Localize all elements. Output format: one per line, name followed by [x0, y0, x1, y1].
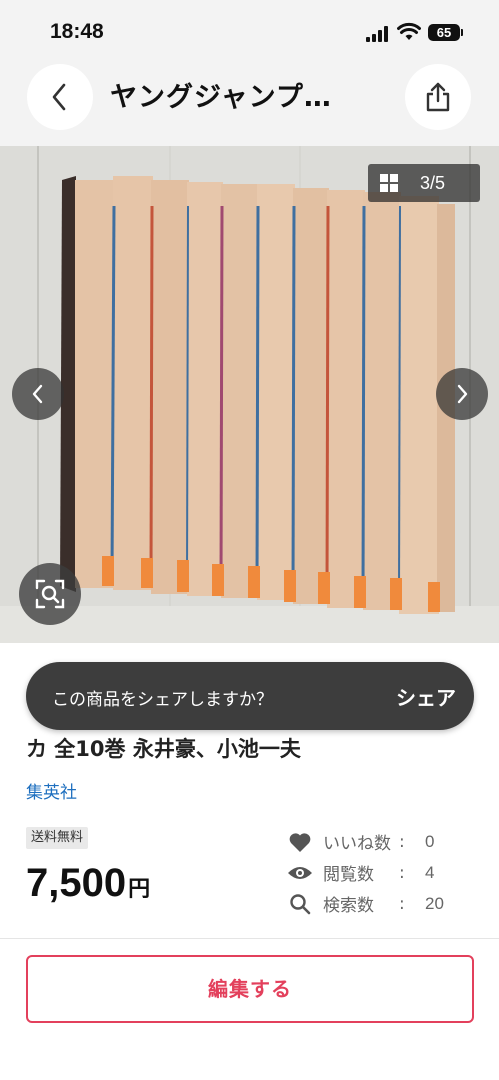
next-image-button[interactable] [436, 368, 488, 420]
eye-icon [287, 862, 313, 884]
searches-stat: 検索数 : 20 [287, 888, 487, 919]
battery-indicator: 65 [428, 24, 463, 41]
product-photo[interactable] [0, 146, 499, 643]
app-header: ヤングジャンプ… [0, 62, 499, 146]
product-price: 7,500円 [26, 861, 150, 906]
page-counter-text: 3/5 [420, 172, 446, 193]
cellular-signal-icon [366, 26, 388, 42]
likes-label: いいね数 [323, 834, 391, 854]
price-unit: 円 [128, 877, 151, 902]
chevron-right-icon [457, 384, 468, 404]
back-button[interactable] [27, 64, 93, 130]
views-separator: : [399, 862, 405, 883]
product-stats: いいね数 : 0 閲覧数 : 4 検索数 : 20 [287, 826, 487, 919]
chevron-left-icon [52, 83, 66, 111]
image-page-counter[interactable]: 3/5 [368, 164, 480, 202]
image-search-button[interactable] [19, 563, 81, 625]
share-icon [426, 82, 450, 112]
chevron-left-icon [32, 384, 43, 404]
publisher-link[interactable]: 集英社 [26, 778, 77, 803]
price-value: 7,500 [26, 861, 127, 905]
previous-image-button[interactable] [12, 368, 64, 420]
heart-icon [287, 831, 313, 853]
product-photo-image [0, 146, 499, 643]
likes-count: 0 [425, 831, 435, 851]
searches-separator: : [399, 893, 405, 914]
shipping-badge: 送料無料 [26, 827, 89, 849]
share-toast: この商品をシェアしますか？ シェア [26, 662, 474, 730]
share-toast-message: この商品をシェアしますか？ [52, 690, 273, 710]
views-label: 閲覧数 [323, 865, 374, 885]
image-search-icon [35, 579, 65, 609]
search-icon [287, 893, 313, 915]
likes-separator: : [399, 831, 405, 852]
product-title: カ 全10巻 永井豪、小池一夫 [26, 737, 301, 761]
wifi-icon [397, 22, 421, 40]
edit-button-label: 編集する [208, 977, 292, 1001]
searches-count: 20 [425, 893, 444, 913]
share-toast-action-button[interactable]: シェア [396, 682, 456, 711]
edit-button[interactable]: 編集する [26, 955, 474, 1023]
share-button[interactable] [405, 64, 471, 130]
views-stat: 閲覧数 : 4 [287, 857, 487, 888]
views-count: 4 [425, 862, 435, 882]
searches-label: 検索数 [323, 896, 374, 916]
likes-stat: いいね数 : 0 [287, 826, 487, 857]
divider [0, 938, 499, 939]
status-bar: 18:48 65 [0, 0, 499, 62]
grid-icon [380, 174, 398, 192]
status-time: 18:48 [50, 20, 104, 43]
page-title: ヤングジャンプ… [110, 82, 332, 113]
